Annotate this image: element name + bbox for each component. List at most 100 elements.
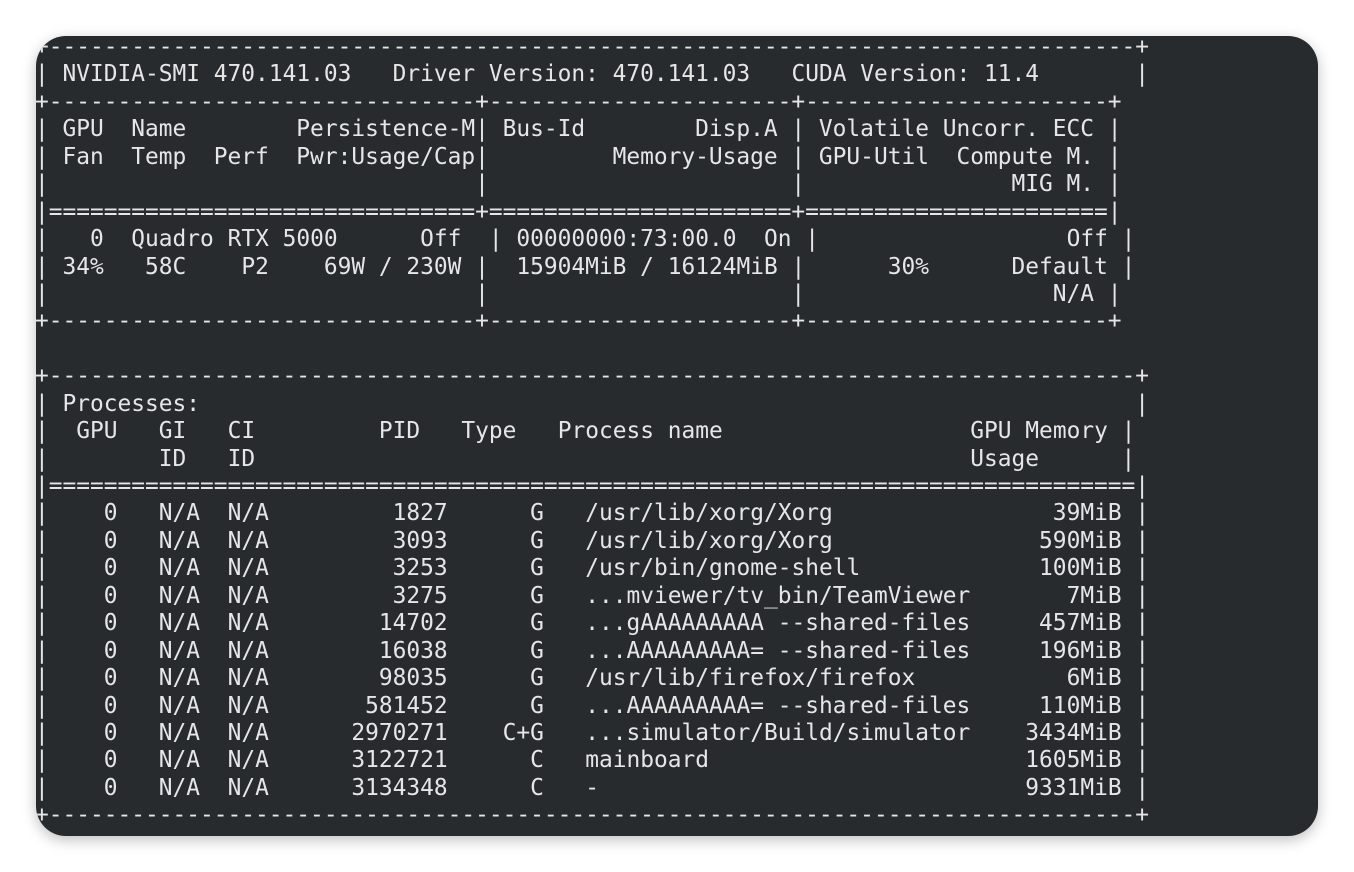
proc-name: ...simulator/Build/simulator — [585, 719, 985, 746]
terminal-window: +---------------------------------------… — [36, 36, 1318, 836]
process-row: | 0 N/A N/A 3122721 C mainboard 1605MiB … — [36, 747, 1150, 774]
proc-gpu: 0 — [76, 719, 118, 746]
proc-gi: N/A — [158, 582, 201, 609]
process-row: | 0 N/A N/A 581452 G ...AAAAAAAAA= --sha… — [36, 692, 1150, 719]
gpu-table-header: | Fan Temp Perf Pwr:Usage/Cap| Memory-Us… — [36, 143, 1122, 170]
proc-gpu: 0 — [76, 527, 118, 554]
nvidia-smi-output: +---------------------------------------… — [36, 36, 1149, 830]
proc-gi: N/A — [158, 637, 201, 664]
gpu-table-header-line: | | | MIG M. | — [36, 171, 1149, 198]
proc-pid: 98035 — [296, 665, 448, 692]
separator-line: |=======================================… — [36, 473, 1150, 499]
processes-header-line-2: | ID ID Usage | — [36, 445, 1136, 472]
proc-pid: 16038 — [296, 637, 448, 664]
gpu-table-header: | | | MIG M. | — [36, 171, 1122, 198]
proc-gi: N/A — [158, 719, 201, 746]
proc-ci: N/A — [227, 500, 269, 527]
proc-name: /usr/bin/gnome-shell — [585, 555, 985, 582]
proc-type: G — [488, 637, 544, 664]
driver-version: Driver Version: 470.141.03 — [392, 61, 751, 88]
process-row: | 0 N/A N/A 3253 G /usr/bin/gnome-shell … — [36, 555, 1150, 582]
smi-version: NVIDIA-SMI 470.141.03 — [48, 61, 352, 88]
mig-mode: N/A — [1052, 280, 1094, 307]
proc-pid: 3122721 — [296, 747, 448, 774]
proc-pid: 14702 — [296, 610, 448, 637]
proc-pid: 1827 — [296, 500, 448, 527]
proc-memory: 1605MiB — [984, 747, 1122, 774]
perf-state: P2 — [241, 253, 269, 280]
proc-type: G — [488, 692, 544, 719]
col-type: Type — [461, 418, 517, 445]
process-row: | 0 N/A N/A 1827 G /usr/lib/xorg/Xorg 39… — [36, 500, 1150, 527]
compute-mode: Default — [1011, 253, 1108, 280]
proc-type: G — [488, 610, 544, 637]
col-process-name: Process name — [557, 418, 723, 445]
proc-memory: 6MiB — [984, 665, 1122, 692]
proc-ci: N/A — [227, 692, 269, 719]
power-usage: 69W / 230W — [323, 253, 462, 280]
proc-pid: 3134348 — [296, 774, 448, 801]
proc-gi: N/A — [158, 555, 201, 582]
proc-name: ...AAAAAAAAA= --shared-files — [585, 637, 985, 664]
proc-gpu: 0 — [76, 582, 118, 609]
col-gi-sub: ID — [158, 445, 187, 472]
persistence-mode: Off — [420, 226, 462, 253]
proc-ci: N/A — [227, 582, 269, 609]
proc-memory: 39MiB — [984, 500, 1122, 527]
proc-type: C — [488, 774, 544, 801]
cuda-version: CUDA Version: 11.4 — [791, 61, 1040, 88]
proc-gi: N/A — [158, 692, 201, 719]
col-gpu-memory: GPU Memory — [970, 418, 1108, 445]
proc-gpu: 0 — [76, 555, 118, 582]
display-active: On — [763, 226, 792, 253]
proc-ci: N/A — [227, 665, 269, 692]
process-row: | 0 N/A N/A 2970271 C+G ...simulator/Bui… — [36, 719, 1150, 746]
process-row: | 0 N/A N/A 3093 G /usr/lib/xorg/Xorg 59… — [36, 527, 1150, 554]
proc-pid: 3275 — [296, 582, 448, 609]
proc-name: mainboard — [585, 747, 985, 774]
proc-memory: 590MiB — [984, 527, 1122, 554]
proc-memory: 3434MiB — [984, 719, 1122, 746]
fan-speed: 34% — [62, 253, 104, 280]
gpu-row-3: | | | N/A | — [36, 280, 1122, 307]
proc-memory: 457MiB — [984, 610, 1122, 637]
proc-gi: N/A — [158, 665, 201, 692]
proc-gpu: 0 — [76, 637, 118, 664]
proc-type: G — [488, 500, 544, 527]
proc-pid: 2970271 — [296, 719, 448, 746]
proc-ci: N/A — [227, 610, 269, 637]
gpu-table-header-line: | Fan Temp Perf Pwr:Usage/Cap| Memory-Us… — [36, 144, 1149, 171]
process-row: | 0 N/A N/A 14702 G ...gAAAAAAAAA --shar… — [36, 610, 1150, 637]
proc-ci: N/A — [227, 555, 269, 582]
memory-usage: 15904MiB / 16124MiB — [516, 253, 778, 280]
gpu-table-header: | GPU Name Persistence-M| Bus-Id Disp.A … — [36, 116, 1122, 143]
proc-ci: N/A — [227, 747, 269, 774]
separator-line: +---------------------------------------… — [36, 36, 1150, 60]
proc-name: ...gAAAAAAAAA --shared-files — [585, 610, 985, 637]
col-pid: PID — [378, 418, 421, 445]
separator-line: |===============================+=======… — [36, 198, 1122, 225]
proc-gi: N/A — [158, 527, 201, 554]
proc-name: - — [585, 774, 985, 801]
process-row: | 0 N/A N/A 98035 G /usr/lib/firefox/fir… — [36, 665, 1150, 692]
proc-name: /usr/lib/firefox/firefox — [585, 665, 985, 692]
process-row: | 0 N/A N/A 3134348 C - 9331MiB | — [36, 774, 1150, 801]
proc-gi: N/A — [158, 610, 201, 637]
proc-type: G — [488, 665, 544, 692]
proc-ci: N/A — [227, 527, 269, 554]
proc-type: G — [488, 527, 544, 554]
temperature: 58C — [145, 253, 187, 280]
proc-gpu: 0 — [76, 665, 118, 692]
processes-header-line: | GPU GI CI PID Type Process name GPU Me… — [36, 418, 1136, 445]
proc-ci: N/A — [227, 774, 269, 801]
col-gpu: GPU — [76, 418, 118, 445]
proc-type: G — [488, 582, 544, 609]
col-gi: GI — [158, 418, 187, 445]
processes-title-line: | Processes: | — [36, 390, 1150, 417]
proc-gpu: 0 — [76, 610, 118, 637]
gpu-row-1: | 0 Quadro RTX 5000 Off | 00000000:73:00… — [36, 226, 1136, 253]
proc-gpu: 0 — [76, 774, 118, 801]
proc-gpu: 0 — [76, 692, 118, 719]
separator-line: +---------------------------------------… — [36, 802, 1150, 829]
process-row: | 0 N/A N/A 16038 G ...AAAAAAAAA= --shar… — [36, 637, 1150, 664]
